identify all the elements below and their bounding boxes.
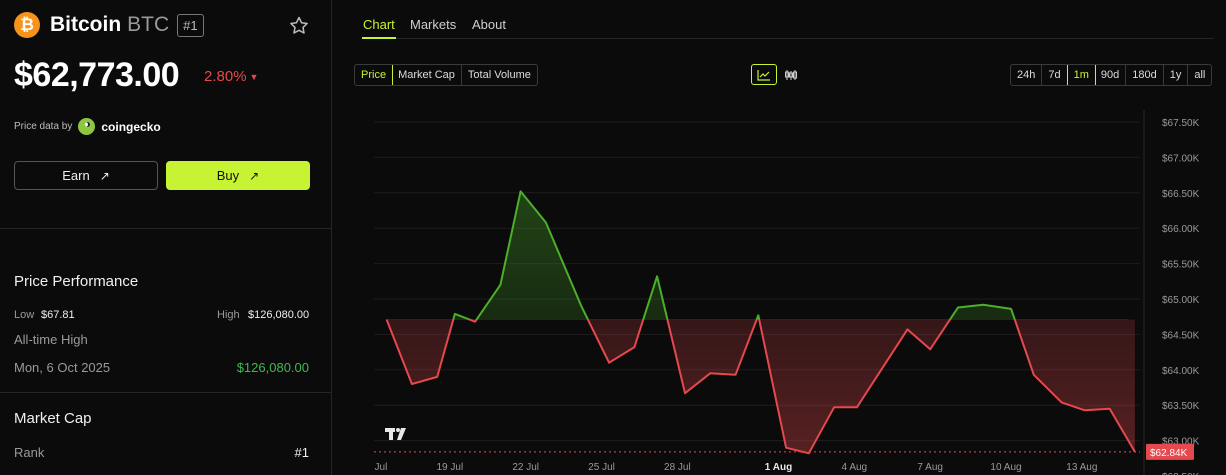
tab-about[interactable]: About	[472, 17, 506, 32]
current-price-label: $62.84K	[1150, 448, 1188, 459]
candlestick-chart-button[interactable]	[778, 64, 804, 85]
price-source: Price data by coingecko	[14, 118, 161, 135]
tab-chart[interactable]: Chart	[363, 17, 395, 32]
coin-name: Bitcoin	[50, 13, 122, 36]
y-tick-label: $65.00K	[1162, 295, 1200, 306]
time-range-selector: 24h 7d 1m 90d 180d 1y all	[1010, 64, 1213, 86]
price-change-value: 2.80%	[204, 68, 247, 85]
current-price: $62,773.00	[14, 56, 180, 94]
x-tick-label: 22 Jul	[512, 462, 539, 473]
buy-button[interactable]: Buy ↗	[166, 161, 310, 190]
high-value: $126,080.00	[248, 309, 310, 321]
price-source-label: Price data by	[14, 121, 73, 132]
x-tick-label: 19 Jul	[436, 462, 463, 473]
price-chart[interactable]: $62.50K$63.00K$63.50K$64.00K$64.50K$65.0…	[374, 110, 1226, 475]
range-all[interactable]: all	[1188, 65, 1211, 85]
x-tick-label: 4 Aug	[842, 462, 868, 473]
y-tick-label: $66.50K	[1162, 189, 1200, 200]
metric-total-volume[interactable]: Total Volume	[462, 65, 537, 85]
x-tick-label: 28 Jul	[664, 462, 691, 473]
x-tick-label: 1 Aug	[765, 462, 792, 473]
all-time-high-date: Mon, 6 Oct 2025	[14, 360, 111, 375]
tab-markets[interactable]: Markets	[410, 17, 456, 32]
x-tick-label: 7 Aug	[917, 462, 943, 473]
range-7d[interactable]: 7d	[1042, 65, 1068, 85]
price-change: 2.80% ▼	[204, 68, 258, 85]
metric-selector: Price Market Cap Total Volume	[354, 64, 538, 86]
rank-badge: #1	[177, 13, 204, 37]
low-label: Low	[14, 309, 35, 321]
metric-market-cap[interactable]: Market Cap	[392, 65, 462, 85]
buy-button-label: Buy	[216, 168, 240, 183]
all-time-high-label: All-time High	[14, 332, 88, 347]
range-90d[interactable]: 90d	[1095, 65, 1127, 85]
low-value: $67.81	[41, 309, 75, 321]
arrow-up-right-icon: ↗	[249, 168, 260, 183]
price-source-provider[interactable]: coingecko	[101, 120, 160, 134]
y-tick-label: $65.50K	[1162, 260, 1200, 271]
candlestick-chart-icon	[785, 69, 797, 80]
y-tick-label: $67.00K	[1162, 153, 1200, 164]
coin-header: ₿ Bitcoin BTC #1	[14, 12, 204, 38]
star-icon[interactable]	[287, 14, 311, 38]
x-tick-label: 25 Jul	[588, 462, 615, 473]
x-tick-label: 16 Jul	[374, 462, 387, 473]
high-label: High	[217, 309, 240, 321]
y-tick-label: $66.00K	[1162, 224, 1200, 235]
section-tabs: Chart Markets About	[362, 0, 1214, 39]
coingecko-logo-icon	[78, 118, 96, 135]
price-performance-title: Price Performance	[14, 273, 139, 290]
earn-button[interactable]: Earn ↗	[14, 161, 158, 190]
rank-label: Rank	[14, 445, 45, 460]
y-tick-label: $64.50K	[1162, 330, 1200, 341]
line-chart-icon	[757, 69, 770, 81]
line-chart-button[interactable]	[751, 64, 777, 85]
range-1y[interactable]: 1y	[1164, 65, 1189, 85]
caret-down-icon: ▼	[249, 72, 259, 83]
market-cap-title: Market Cap	[14, 410, 92, 427]
arrow-up-right-icon: ↗	[99, 168, 110, 183]
x-tick-label: 10 Aug	[990, 462, 1021, 473]
y-tick-label: $67.50K	[1162, 118, 1200, 129]
divider	[0, 392, 332, 393]
earn-button-label: Earn	[62, 168, 90, 183]
y-tick-label: $64.00K	[1162, 366, 1200, 377]
range-180d[interactable]: 180d	[1126, 65, 1164, 85]
bitcoin-logo-icon: ₿	[14, 12, 40, 38]
active-tab-indicator	[362, 37, 396, 39]
coin-symbol: BTC	[127, 13, 170, 36]
tradingview-logo-icon	[385, 428, 406, 440]
range-1m[interactable]: 1m	[1066, 65, 1096, 85]
all-time-high-value: $126,080.00	[236, 360, 309, 375]
coin-overview-panel: ₿ Bitcoin BTC #1 $62,773.00 2.80% ▼ Price…	[0, 0, 332, 475]
range-24h[interactable]: 24h	[1011, 65, 1043, 85]
x-tick-label: 13 Aug	[1066, 462, 1097, 473]
y-tick-label: $63.50K	[1162, 401, 1200, 412]
divider	[0, 228, 332, 229]
metric-price[interactable]: Price	[354, 65, 394, 85]
rank-value: #1	[294, 445, 309, 460]
